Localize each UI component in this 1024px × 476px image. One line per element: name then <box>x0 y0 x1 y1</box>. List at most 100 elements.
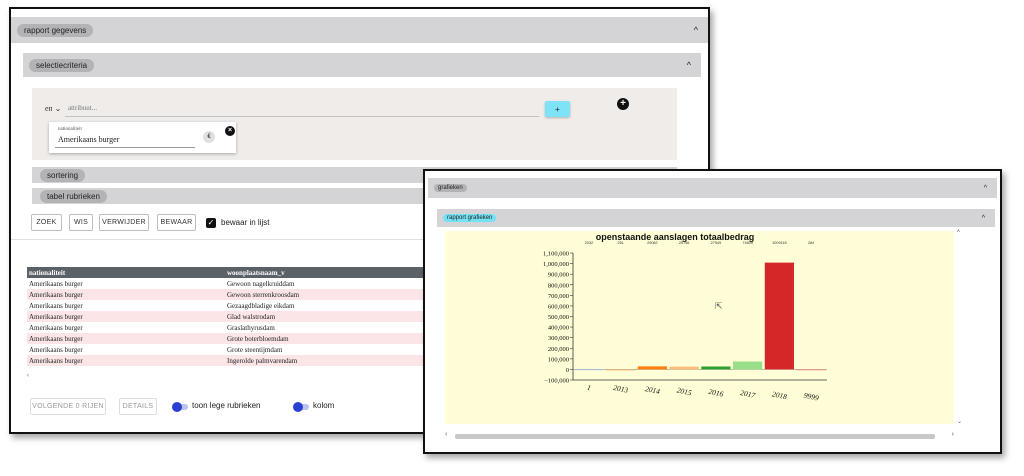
sortering-label: sortering <box>40 168 86 182</box>
vertical-scrollbar[interactable]: ^ ⌄ <box>955 230 965 425</box>
x-tick-label: 9999 <box>803 391 820 403</box>
table-row[interactable]: Amerikaans burger Grote steentijmdam <box>27 344 437 355</box>
zoek-button[interactable]: ZOEK <box>31 214 62 231</box>
criterion-underline <box>55 147 195 148</box>
add-group-icon[interactable]: + <box>617 98 629 110</box>
chevron-up-icon[interactable]: ^ <box>984 185 987 192</box>
selectiecriteria-header[interactable]: selectiecriteria ^ <box>23 53 701 77</box>
chart-area: openstaande aanslagen totaalbedrag −100,… <box>445 231 954 424</box>
y-tick-label: 200,000 <box>548 346 569 353</box>
chevron-up-icon[interactable]: ^ <box>982 215 985 222</box>
cell-nationaliteit: Amerikaans burger <box>27 311 225 322</box>
cell-woonplaats: Ingerolde palmvarendam <box>225 355 437 366</box>
criterion-value[interactable]: Amerikaans burger <box>58 135 119 144</box>
y-tick-label: 1,100,000 <box>543 251 569 258</box>
bewaar-button[interactable]: BEWAAR <box>157 214 196 231</box>
volgende-rijen-button[interactable]: VOLGENDE 0 RIJEN <box>30 398 106 415</box>
results-table: nationaliteit woonplaatsnaam_v Amerikaan… <box>27 267 437 366</box>
bar-value-label: 284 <box>808 241 814 245</box>
table-row[interactable]: Amerikaans burger Ingerolde palmvarendam <box>27 355 437 366</box>
x-tick-label: 1 <box>586 383 592 393</box>
y-tick-label: 600,000 <box>548 303 569 310</box>
table-row[interactable]: Amerikaans burger Grote boterbloemdam <box>27 333 437 344</box>
add-criterion-button[interactable]: + <box>545 101 570 117</box>
scroll-up-icon[interactable]: ^ <box>957 230 960 236</box>
table-row[interactable]: Amerikaans burger Gezaagdbladige eikdam <box>27 300 437 311</box>
y-tick-label: 0 <box>566 367 569 374</box>
rapport-grafieken-label: rapport grafieken <box>443 214 497 222</box>
attribute-input[interactable] <box>68 102 368 114</box>
chevron-down-icon: ⌄ <box>54 104 62 113</box>
bar-value-label: 27549 <box>711 241 722 245</box>
column-header-woonplaatsnaam[interactable]: woonplaatsnaam_v <box>225 267 437 278</box>
scroll-left-icon[interactable]: ‹ <box>27 373 29 379</box>
cell-woonplaats: Gezaagdbladige eikdam <box>227 301 295 310</box>
toon-lege-toggle[interactable] <box>172 402 188 412</box>
y-tick-label: 900,000 <box>548 272 569 279</box>
criterion-card: nationaliteit Amerikaans burger € <box>49 122 236 153</box>
cell-nationaliteit: Amerikaans burger <box>29 279 83 288</box>
operator-select[interactable]: en ⌄ <box>45 104 61 113</box>
tabel-rubrieken-label: tabel rubrieken <box>40 189 107 203</box>
bar-9999 <box>796 369 826 371</box>
x-tick-label: 2014 <box>644 384 661 396</box>
details-button[interactable]: DETAILS <box>119 398 157 415</box>
y-tick-label: 300,000 <box>548 335 569 342</box>
cell-woonplaats: Gewoon nagelkruiddam <box>227 279 295 288</box>
bar-1 <box>574 369 604 371</box>
bar-value-label: 25746 <box>679 241 690 245</box>
cell-nationaliteit: Amerikaans burger <box>27 333 225 344</box>
column-header-nationaliteit[interactable]: nationaliteit <box>27 267 225 278</box>
criterion-field-label: nationaliteit <box>58 127 82 132</box>
chevron-up-icon[interactable]: ^ <box>687 60 691 70</box>
selectiecriteria-label: selectiecriteria <box>29 58 95 72</box>
kolom-toggle[interactable] <box>293 402 309 412</box>
table-row[interactable]: Amerikaans burger Graslathyrusdam <box>27 322 437 333</box>
scroll-left-icon[interactable]: ‹ <box>445 431 447 438</box>
attribute-underline <box>65 116 539 117</box>
bar-chart: openstaande aanslagen totaalbedrag −100,… <box>543 232 827 403</box>
bar-2016 <box>701 366 731 370</box>
bar-2014 <box>637 366 667 370</box>
grafieken-header[interactable]: grafieken ^ <box>428 178 997 198</box>
y-tick-label: 400,000 <box>548 325 569 332</box>
rapport-gegevens-label: rapport gegevens <box>17 23 94 37</box>
chevron-up-icon[interactable]: ^ <box>694 25 698 35</box>
horizontal-scrollbar[interactable]: ‹ › <box>445 431 954 441</box>
x-tick-label: 2013 <box>612 383 629 395</box>
y-tick-label: −100,000 <box>544 378 569 385</box>
bar-value-label: 74605 <box>742 241 753 245</box>
bar-2018 <box>764 262 794 370</box>
cell-nationaliteit: Amerikaans burger <box>29 345 83 354</box>
verwijder-button[interactable]: VERWIJDER <box>99 214 149 231</box>
table-row[interactable]: Amerikaans burger Gewoon nagelkruiddam <box>27 278 437 289</box>
remove-criterion-icon[interactable]: × <box>225 126 235 136</box>
cell-nationaliteit: Amerikaans burger <box>29 323 83 332</box>
cell-nationaliteit: Amerikaans burger <box>27 289 225 300</box>
scroll-right-icon[interactable]: › <box>952 431 954 438</box>
cell-woonplaats: Grote steentijmdam <box>227 345 283 354</box>
criteria-panel: en ⌄ + + nationaliteit Amerikaans burger… <box>32 88 677 160</box>
bar-2017 <box>733 361 763 370</box>
y-tick-label: 1,000,000 <box>543 261 569 268</box>
bar-2013 <box>606 369 636 371</box>
euro-edit-button[interactable]: € <box>203 131 215 143</box>
y-tick-label: 500,000 <box>548 314 569 321</box>
x-tick-label: 2016 <box>708 387 725 399</box>
table-header-row: nationaliteit woonplaatsnaam_v <box>27 267 437 278</box>
x-tick-label: 2015 <box>676 385 693 397</box>
cell-woonplaats: Gewoon sterrenkroosdam <box>225 289 437 300</box>
scroll-down-icon[interactable]: ⌄ <box>957 418 962 425</box>
cell-woonplaats: Grote boterbloemdam <box>225 333 437 344</box>
bewaar-checkbox[interactable]: ✓ <box>206 218 216 228</box>
wis-button[interactable]: WIS <box>69 214 93 231</box>
table-row[interactable]: Amerikaans burger Gewoon sterrenkroosdam <box>27 289 437 300</box>
bar-value-label: 2032 <box>585 241 593 245</box>
rapport-gegevens-header[interactable]: rapport gegevens ^ <box>11 17 708 43</box>
rapport-grafieken-header[interactable]: rapport grafieken ^ <box>437 209 995 227</box>
table-row[interactable]: Amerikaans burger Glad walstrodam <box>27 311 437 322</box>
bewaar-in-lijst-label: bewaar in lijst <box>221 218 270 227</box>
scrollbar-thumb[interactable] <box>455 434 935 439</box>
toon-lege-label: toon lege rubrieken <box>192 401 261 410</box>
grafieken-label: grafieken <box>434 184 467 192</box>
